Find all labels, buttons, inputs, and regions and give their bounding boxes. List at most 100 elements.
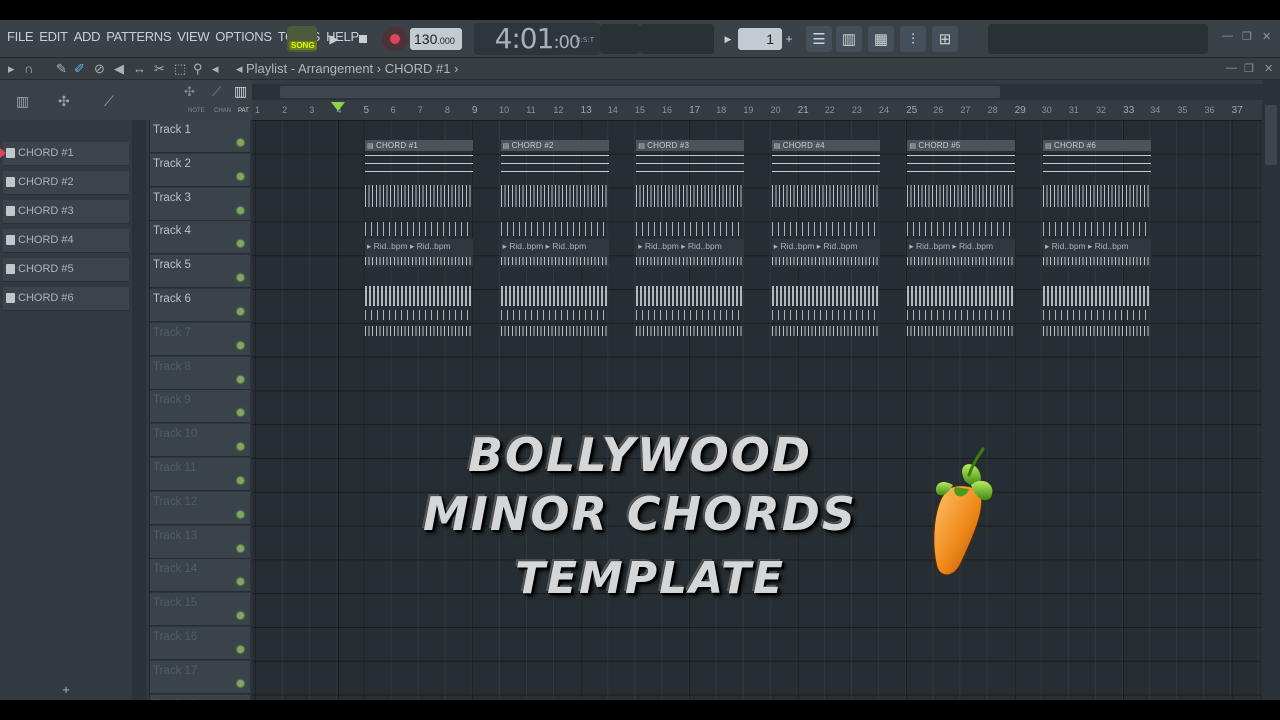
track-enable-led[interactable]: [237, 375, 244, 383]
picker-scrollbar[interactable]: [132, 120, 146, 700]
magnet-icon[interactable]: ∩: [24, 61, 33, 76]
select-icon[interactable]: ⬚: [174, 61, 186, 77]
pattern-prev-button[interactable]: ▶: [720, 27, 736, 51]
clip-lane[interactable]: [1043, 222, 1151, 236]
automation-icon[interactable]: ⟋: [104, 93, 114, 110]
clip-lane[interactable]: ▸ Rid..bpm ▸ Rid..bpm: [1043, 239, 1151, 267]
clip-lane[interactable]: ▸ Rid..bpm ▸ Rid..bpm: [636, 239, 745, 267]
clip-lane[interactable]: [907, 185, 1016, 207]
slip-icon[interactable]: ↔: [133, 61, 146, 76]
track-enable-led[interactable]: [237, 274, 244, 282]
pattern-selector[interactable]: 1: [738, 28, 782, 50]
track-header[interactable]: Track 10: [150, 424, 250, 458]
arrows-icon[interactable]: ◂: [236, 61, 243, 77]
menu-options[interactable]: OPTIONS: [212, 29, 274, 44]
track-header[interactable]: Track 18: [150, 694, 250, 700]
delete-icon[interactable]: ⊘: [94, 61, 105, 77]
clip-lane[interactable]: [636, 185, 745, 207]
slice-icon[interactable]: ✂: [154, 61, 165, 77]
browser-button[interactable]: ⊞: [932, 26, 958, 52]
track-enable-led[interactable]: [237, 308, 244, 315]
track-header[interactable]: Track 2: [150, 153, 250, 187]
clip-lane[interactable]: [500, 222, 609, 236]
menu-add[interactable]: ADD: [71, 29, 104, 44]
clip-lane[interactable]: [636, 151, 745, 173]
track-header[interactable]: Track 13: [150, 525, 250, 559]
clip-lane[interactable]: [365, 326, 473, 336]
pattern-add-button[interactable]: +: [782, 27, 796, 51]
track-header[interactable]: Track 5: [150, 255, 250, 289]
clip-title[interactable]: CHORD #6: [1043, 140, 1151, 151]
pattern-clip-group[interactable]: CHORD #1 ▸ Rid..bpm ▸ Rid..bpm: [365, 140, 473, 340]
track-header[interactable]: Track 16: [150, 627, 250, 660]
track-header[interactable]: Track 8: [150, 356, 250, 390]
pattern-arrow[interactable]: ›: [454, 61, 458, 76]
restore-icon[interactable]: ❐: [1242, 30, 1252, 43]
clip-title[interactable]: CHORD #5: [907, 140, 1016, 151]
pattern-clip-group[interactable]: CHORD #4 ▸ Rid..bpm ▸ Rid..bpm: [771, 140, 880, 340]
clip-lane[interactable]: [500, 326, 609, 336]
arrangement-area[interactable]: 1 2 3 4 5 6 7 8 9 10 11 12 13 14 15 16 17 18 19 20 21 22 23 24 2…: [252, 80, 1262, 700]
pencil-icon[interactable]: ✎: [56, 61, 67, 77]
clip-lane[interactable]: [500, 185, 609, 207]
pattern-clip-group[interactable]: CHORD #3 ▸ Rid..bpm ▸ Rid..bpm: [636, 140, 745, 340]
pattern-item[interactable]: CHORD #2: [3, 171, 129, 195]
mute-icon[interactable]: ◀: [114, 61, 124, 77]
track-enable-led[interactable]: [237, 646, 244, 653]
link-icon[interactable]: ⟋: [212, 84, 221, 100]
track-enable-led[interactable]: [237, 612, 244, 620]
pattern-item[interactable]: CHORD #3: [3, 200, 129, 224]
track-header[interactable]: Track 3: [150, 187, 250, 221]
clip-lane[interactable]: [1043, 185, 1151, 207]
track-header[interactable]: Track 14: [150, 559, 250, 593]
clip-lane[interactable]: [500, 310, 609, 320]
track-enable-led[interactable]: [237, 409, 244, 417]
menu-arrow-icon[interactable]: ▸: [8, 61, 15, 77]
minimize-icon[interactable]: —: [1222, 30, 1233, 42]
clip-lane[interactable]: [771, 222, 880, 236]
track-enable-led[interactable]: [237, 510, 244, 518]
clip-title[interactable]: CHORD #3: [636, 140, 745, 151]
clip-lane[interactable]: [907, 151, 1016, 173]
note-label[interactable]: NOTE: [188, 108, 205, 114]
record-button[interactable]: [382, 27, 408, 51]
pattern-item[interactable]: CHORD #6: [3, 287, 129, 311]
track-enable-led[interactable]: [237, 172, 244, 180]
clip-lane[interactable]: [636, 310, 745, 320]
clip-lane[interactable]: [771, 286, 880, 306]
pattern-clip-group[interactable]: CHORD #5 ▸ Rid..bpm ▸ Rid..bpm: [907, 140, 1016, 340]
clip-lane[interactable]: [500, 151, 609, 173]
track-enable-led[interactable]: [237, 341, 244, 349]
clip-title[interactable]: CHORD #1: [365, 140, 473, 151]
clip-lane[interactable]: [1043, 310, 1151, 320]
scroll-thumb[interactable]: [280, 86, 1000, 98]
clip-lane[interactable]: [907, 286, 1016, 306]
playhead-marker[interactable]: [331, 102, 345, 111]
track-enable-led[interactable]: [237, 578, 244, 586]
clip-lane[interactable]: ▸ Rid..bpm ▸ Rid..bpm: [771, 239, 880, 267]
track-header[interactable]: Track 15: [150, 593, 250, 627]
song-mode-button[interactable]: SONG: [287, 26, 317, 52]
piano-icon[interactable]: ▥: [16, 93, 29, 110]
clip-lane[interactable]: [771, 185, 880, 207]
track-enable-led[interactable]: [237, 443, 244, 451]
track-enable-led[interactable]: [237, 206, 244, 214]
chan-label[interactable]: CHAN: [214, 108, 231, 114]
clip-lane[interactable]: [907, 222, 1016, 236]
clip-lane[interactable]: [771, 326, 880, 336]
pat-label[interactable]: PAT: [238, 108, 249, 114]
track-header[interactable]: Track 7: [150, 322, 250, 356]
track-enable-led[interactable]: [237, 679, 244, 687]
horizontal-scrollbar[interactable]: [252, 84, 1262, 100]
tempo-display[interactable]: 130.000: [410, 28, 462, 50]
track-enable-led[interactable]: [237, 240, 244, 248]
zoom-icon[interactable]: ⚲: [193, 61, 203, 77]
channel-rack-button[interactable]: ▦: [868, 26, 894, 52]
track-header[interactable]: Track 1: [150, 120, 250, 153]
pl-close-icon[interactable]: ✕: [1264, 62, 1273, 75]
stop-button[interactable]: [350, 27, 376, 51]
clip-lane[interactable]: [636, 286, 745, 306]
menu-file[interactable]: FILE: [4, 29, 36, 44]
clip-lane[interactable]: [636, 222, 745, 236]
brush-icon[interactable]: ✐: [74, 61, 85, 77]
